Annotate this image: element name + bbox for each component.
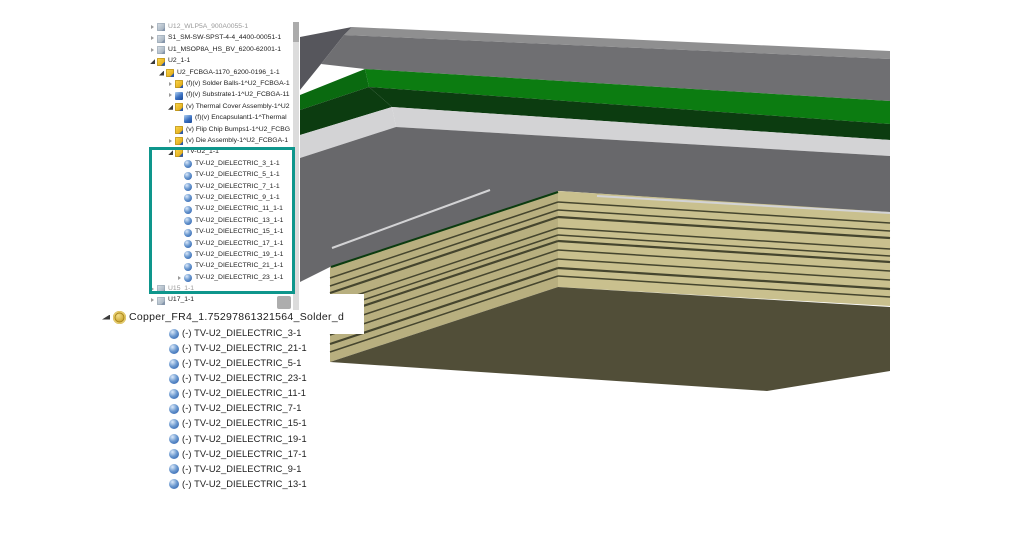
expander-icon[interactable] xyxy=(168,139,173,144)
tree-item-label: (f)(v) Encapsulant1-1^Thermal xyxy=(195,115,287,122)
material-tree-item[interactable]: (-) TV-U2_DIELECTRIC_19-1 xyxy=(96,432,396,447)
expander-icon[interactable] xyxy=(158,391,166,396)
assembly-icon xyxy=(175,103,183,111)
material-icon xyxy=(113,311,126,324)
tree-item-label: U1_MSOP8A_HS_BV_6200-62001-1 xyxy=(168,47,281,54)
assembly-icon xyxy=(175,126,183,134)
tree-item[interactable]: (v) Die Assembly-1^U2_FCBGA-1 xyxy=(144,136,314,147)
sphere-icon xyxy=(169,434,179,444)
material-item-label: (-) TV-U2_DIELECTRIC_13-1 xyxy=(182,480,307,489)
tree-item[interactable]: (f)(v) Encapsulant1-1^Thermal xyxy=(144,113,314,124)
sphere-icon xyxy=(169,329,179,339)
tree-item[interactable]: U17_1-1 xyxy=(144,295,314,306)
selection-rectangle xyxy=(149,147,295,294)
tree-item[interactable]: (v) Flip Chip Bumps1-1^U2_FCBG xyxy=(144,124,314,135)
expander-icon[interactable] xyxy=(150,25,155,30)
expander-icon[interactable] xyxy=(168,82,173,87)
expander-icon[interactable] xyxy=(158,376,166,381)
tree-item-label: (f)(v) Substrate1-1^U2_FCBGA-11 xyxy=(186,92,290,99)
assembly-gray-icon xyxy=(157,297,165,305)
expander-icon[interactable] xyxy=(158,467,166,472)
tree-item-label: U2_1-1 xyxy=(168,58,190,65)
assembly-icon xyxy=(175,80,183,88)
material-item-label: (-) TV-U2_DIELECTRIC_9-1 xyxy=(182,465,302,474)
tree-item-label: (v) Die Assembly-1^U2_FCBGA-1 xyxy=(186,138,288,145)
material-item-label: (-) TV-U2_DIELECTRIC_21-1 xyxy=(182,344,307,353)
expander-icon[interactable] xyxy=(177,116,182,121)
tree-item-label: S1_SM-SW-SPST-4-4_4400-00051-1 xyxy=(168,35,281,42)
assembly-icon xyxy=(166,69,174,77)
assembly-gray-icon xyxy=(157,23,165,31)
expander-icon[interactable] xyxy=(168,128,173,133)
material-item-label: (-) TV-U2_DIELECTRIC_17-1 xyxy=(182,450,307,459)
expander-icon[interactable] xyxy=(158,346,166,351)
expander-icon[interactable] xyxy=(150,36,155,41)
material-item-label: (-) TV-U2_DIELECTRIC_11-1 xyxy=(182,389,306,398)
tree-item-label: (v) Flip Chip Bumps1-1^U2_FCBG xyxy=(186,127,290,134)
material-tree-item[interactable]: (-) TV-U2_DIELECTRIC_5-1 xyxy=(96,356,396,371)
material-tree-item[interactable]: (-) TV-U2_DIELECTRIC_7-1 xyxy=(96,401,396,416)
tree-item-label: (v) Thermal Cover Assembly-1^U2 xyxy=(186,104,290,111)
expander-icon[interactable] xyxy=(168,93,173,98)
material-item-label: (-) TV-U2_DIELECTRIC_19-1 xyxy=(182,435,307,444)
expander-icon[interactable] xyxy=(150,48,155,53)
sphere-icon xyxy=(169,479,179,489)
material-tree-item[interactable]: (-) TV-U2_DIELECTRIC_3-1 xyxy=(96,326,396,341)
tree-item[interactable]: U2_FCBGA-1170_6200-0196_1-1 xyxy=(144,67,314,78)
tree-item[interactable]: U2_1-1 xyxy=(144,56,314,67)
material-tree-item[interactable]: (-) TV-U2_DIELECTRIC_23-1 xyxy=(96,371,396,386)
sphere-icon xyxy=(169,389,179,399)
expander-icon[interactable] xyxy=(150,59,155,64)
expander-icon[interactable] xyxy=(158,437,166,442)
part-icon xyxy=(175,92,183,100)
expander-icon[interactable] xyxy=(159,71,164,76)
material-item-label: (-) TV-U2_DIELECTRIC_7-1 xyxy=(182,404,302,413)
material-item-label: (-) TV-U2_DIELECTRIC_5-1 xyxy=(182,359,302,368)
tree-item[interactable]: U12_WLP5A_900A0055-1 xyxy=(144,22,314,33)
expander-icon[interactable] xyxy=(158,482,166,487)
material-tree-item[interactable]: (-) TV-U2_DIELECTRIC_11-1 xyxy=(96,386,396,401)
material-item-label: (-) TV-U2_DIELECTRIC_3-1 xyxy=(182,329,302,338)
material-tree-item[interactable]: (-) TV-U2_DIELECTRIC_17-1 xyxy=(96,447,396,462)
tree-item-label: U17_1-1 xyxy=(168,297,194,304)
material-item-label: (-) TV-U2_DIELECTRIC_15-1 xyxy=(182,419,307,428)
expander-icon[interactable] xyxy=(158,452,166,457)
sphere-icon xyxy=(169,404,179,414)
tree-item[interactable]: U1_MSOP8A_HS_BV_6200-62001-1 xyxy=(144,45,314,56)
material-tree-item[interactable]: (-) TV-U2_DIELECTRIC_21-1 xyxy=(96,341,396,356)
tree-item-label: (f)(v) Solder Balls-1^U2_FCBGA-1 xyxy=(186,81,290,88)
assembly-icon xyxy=(157,58,165,66)
expander-icon[interactable] xyxy=(158,331,166,336)
tree-item-label: U12_WLP5A_900A0055-1 xyxy=(168,24,248,31)
sphere-icon xyxy=(169,374,179,384)
part-icon xyxy=(184,115,192,123)
expander-icon[interactable] xyxy=(102,315,110,320)
cad-window: U12_WLP5A_900A0055-1 S1_SM-SW-SPST-4-4_4… xyxy=(0,0,1024,536)
sphere-icon xyxy=(169,359,179,369)
tree-item[interactable]: (v) Thermal Cover Assembly-1^U2 xyxy=(144,102,314,113)
tree-item[interactable]: (f)(v) Solder Balls-1^U2_FCBGA-1 xyxy=(144,79,314,90)
materials-tree: Copper_FR4_1.75297861321564_Solder_d (-)… xyxy=(96,308,396,492)
tree-item-label: U2_FCBGA-1170_6200-0196_1-1 xyxy=(177,70,280,77)
expander-icon[interactable] xyxy=(158,422,166,427)
sphere-icon xyxy=(169,344,179,354)
expander-icon[interactable] xyxy=(168,105,173,110)
material-tree-item[interactable]: (-) TV-U2_DIELECTRIC_13-1 xyxy=(96,477,396,492)
sphere-icon xyxy=(169,464,179,474)
material-item-label: (-) TV-U2_DIELECTRIC_23-1 xyxy=(182,374,307,383)
tree-item[interactable]: (f)(v) Substrate1-1^U2_FCBGA-11 xyxy=(144,90,314,101)
assembly-gray-icon xyxy=(157,46,165,54)
assembly-icon xyxy=(175,137,183,145)
expander-icon[interactable] xyxy=(158,361,166,366)
tree-item[interactable]: S1_SM-SW-SPST-4-4_4400-00051-1 xyxy=(144,33,314,44)
sphere-icon xyxy=(169,449,179,459)
assembly-gray-icon xyxy=(157,35,165,43)
sphere-icon xyxy=(169,419,179,429)
material-tree-item[interactable]: (-) TV-U2_DIELECTRIC_15-1 xyxy=(96,417,396,432)
expander-icon[interactable] xyxy=(158,407,166,412)
material-item-label: Copper_FR4_1.75297861321564_Solder_d xyxy=(129,312,344,323)
expander-icon[interactable] xyxy=(150,298,155,303)
material-tree-item[interactable]: (-) TV-U2_DIELECTRIC_9-1 xyxy=(96,462,396,477)
material-tree-item[interactable]: Copper_FR4_1.75297861321564_Solder_d xyxy=(96,308,396,326)
